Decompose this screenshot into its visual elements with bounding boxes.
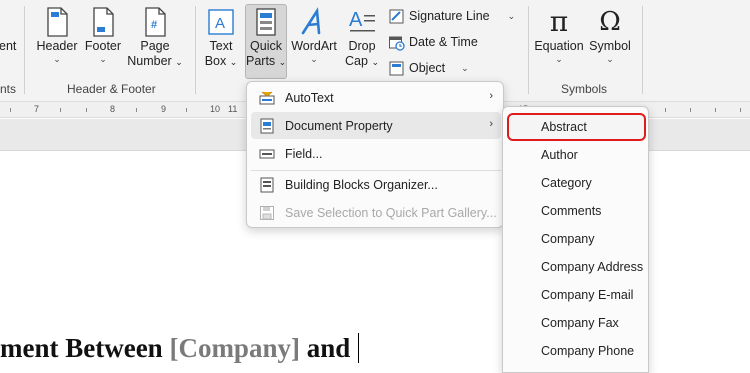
- menu-item-field[interactable]: Field...: [251, 140, 501, 167]
- partial-ribbon-button[interactable]: ent: [0, 38, 17, 55]
- calendar-clock-icon: [389, 36, 405, 51]
- footer-icon: [93, 7, 114, 37]
- group-separator: [528, 6, 529, 94]
- autotext-icon: [259, 91, 275, 104]
- ruler-label: 10: [210, 104, 221, 114]
- quick-parts-menu: AutoText › Document Property › Field... …: [246, 81, 504, 228]
- ruler-tick: [740, 108, 741, 112]
- menu-item-building-blocks-organizer[interactable]: Building Blocks Organizer...: [251, 171, 501, 198]
- header-icon: [47, 7, 68, 37]
- header-footer-group-label: Header & Footer: [67, 82, 156, 96]
- signature-line-icon: [389, 9, 404, 23]
- ruler-tick: [60, 108, 61, 112]
- quick-parts-icon: [256, 8, 276, 36]
- group-separator: [195, 6, 196, 94]
- text-cursor: [358, 333, 360, 363]
- document-property-submenu: Abstract Author Category Comments Compan…: [502, 106, 649, 373]
- quick-parts-button[interactable]: Quick Parts ⌄: [245, 4, 287, 79]
- omega-icon: Ω: [599, 7, 621, 37]
- chevron-down-icon: ⌄: [461, 62, 469, 73]
- ruler-tick: [186, 108, 187, 112]
- page-number-button[interactable]: # Page Number ⌄: [126, 4, 184, 71]
- drop-cap-icon: A: [349, 9, 375, 32]
- ruler-label: 9: [161, 104, 167, 114]
- ruler-tick: [10, 108, 11, 112]
- signature-line-button[interactable]: Signature Line ⌄: [388, 5, 515, 27]
- equation-button[interactable]: π Equation ⌄: [533, 4, 585, 65]
- submenu-item-author[interactable]: Author: [507, 141, 646, 169]
- pi-icon: π: [549, 5, 569, 38]
- text-box-icon: A: [208, 9, 234, 35]
- ruler-tick: [690, 108, 691, 112]
- submenu-item-comments[interactable]: Comments: [507, 197, 646, 225]
- submenu-arrow-icon: ›: [489, 90, 493, 102]
- footer-button[interactable]: Footer ⌄: [82, 4, 124, 65]
- field-icon: [259, 149, 275, 158]
- date-time-button[interactable]: Date & Time: [388, 31, 478, 53]
- save-selection-icon: [260, 205, 274, 220]
- group-separator: [642, 6, 643, 94]
- object-button[interactable]: Object ⌄: [388, 57, 469, 79]
- text-box-button[interactable]: A Text Box ⌄: [200, 4, 242, 71]
- wordart-icon: [301, 7, 321, 35]
- ruler-tick: [715, 108, 716, 112]
- header-button[interactable]: Header ⌄: [34, 4, 80, 65]
- company-placeholder[interactable]: [Company]: [169, 333, 300, 363]
- svg-text:#: #: [151, 19, 157, 31]
- building-blocks-icon: [260, 177, 274, 192]
- submenu-arrow-icon: ›: [489, 118, 493, 130]
- submenu-item-company[interactable]: Company: [507, 225, 646, 253]
- submenu-item-company-phone[interactable]: Company Phone: [507, 337, 646, 365]
- svg-text:A: A: [349, 9, 363, 31]
- submenu-item-category[interactable]: Category: [507, 169, 646, 197]
- submenu-item-company-fax[interactable]: Company Fax: [507, 309, 646, 337]
- object-icon: [389, 61, 404, 75]
- ruler-label: 11: [228, 104, 238, 114]
- partial-group-label: nts: [0, 82, 17, 96]
- menu-item-autotext[interactable]: AutoText ›: [251, 84, 501, 111]
- document-property-icon: [260, 118, 274, 133]
- submenu-item-company-address[interactable]: Company Address: [507, 253, 646, 281]
- submenu-item-abstract[interactable]: Abstract: [507, 113, 646, 141]
- menu-item-save-selection: Save Selection to Quick Part Gallery...: [251, 199, 501, 226]
- group-separator: [24, 6, 25, 94]
- submenu-item-company-email[interactable]: Company E-mail: [507, 281, 646, 309]
- wordart-button[interactable]: WordArt ⌄: [290, 4, 338, 65]
- document-heading[interactable]: ment Between [Company] and: [0, 333, 360, 364]
- chevron-down-icon: ⌄: [507, 10, 516, 21]
- ruler-tick: [136, 108, 137, 112]
- symbols-group-label: Symbols: [561, 82, 608, 96]
- symbol-button[interactable]: Ω Symbol ⌄: [587, 4, 633, 65]
- ruler-label: 7: [34, 104, 40, 114]
- page-number-icon: #: [145, 7, 166, 37]
- svg-text:A: A: [215, 15, 225, 32]
- ruler-tick: [86, 108, 87, 112]
- ruler-tick: [665, 108, 666, 112]
- ruler-label: 8: [110, 104, 116, 114]
- drop-cap-button[interactable]: A Drop Cap ⌄: [340, 4, 384, 71]
- menu-item-document-property[interactable]: Document Property ›: [251, 112, 501, 139]
